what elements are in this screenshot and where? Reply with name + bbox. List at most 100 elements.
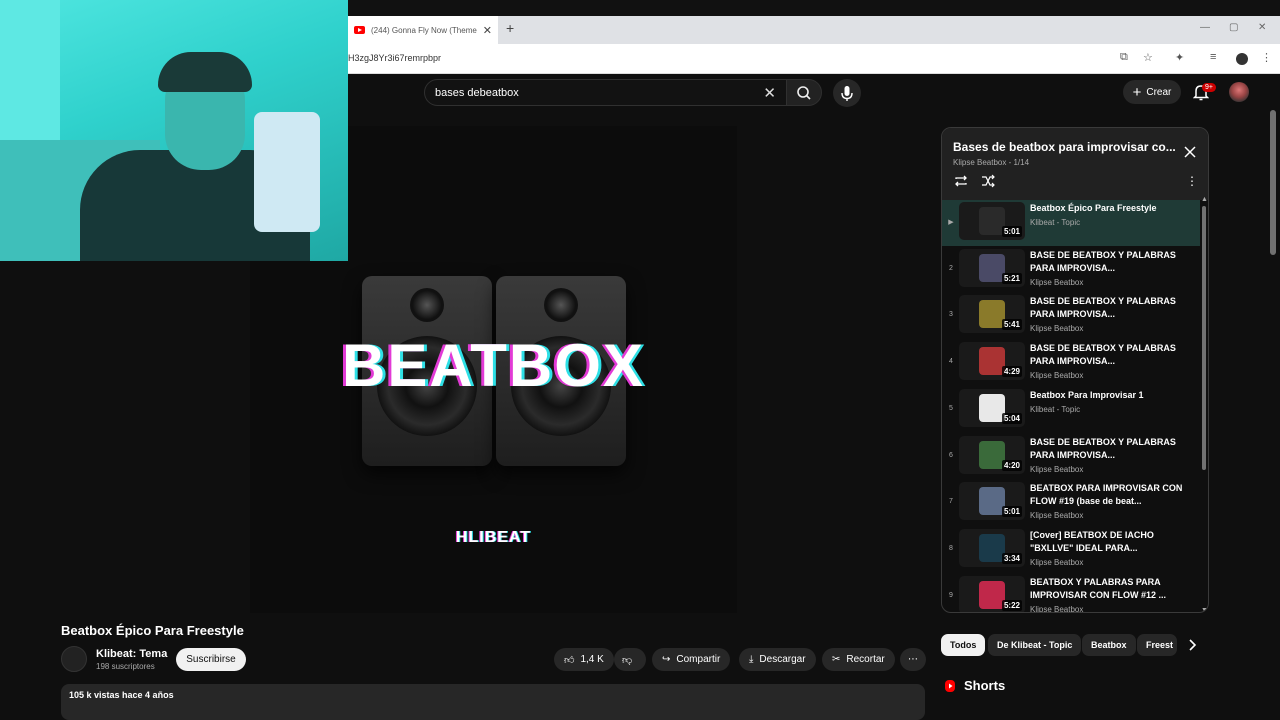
like-count: 1,4 K (580, 654, 604, 665)
download-icon: ⤓ (749, 654, 754, 665)
chip-beatbox[interactable]: Beatbox (1082, 634, 1136, 656)
search-icon (797, 86, 811, 100)
playlist-item[interactable]: ▶ 5:01 Beatbox Épico Para Freestyle Klibeat… (942, 200, 1200, 246)
search-button[interactable] (786, 79, 822, 106)
chevron-right-icon[interactable] (1186, 637, 1198, 653)
playlist-item-title: [Cover] BEATBOX DE IACHO "BXLLVE" IDEAL … (1030, 529, 1154, 553)
shorts-section-header[interactable]: Shorts (944, 678, 1005, 693)
playlist-item[interactable]: 5 5:04 Beatbox Para Improvisar 1 Klibeat - … (942, 387, 1200, 433)
playlist-item-title: Beatbox Épico Para Freestyle (1030, 203, 1157, 213)
video-thumbnail[interactable]: 5:21 (959, 248, 1025, 287)
clip-button[interactable]: ✂ Recortar (822, 648, 895, 671)
playlist-item-channel: Klipse Beatbox (1030, 324, 1084, 334)
install-icon[interactable]: ⧉ (1120, 51, 1128, 64)
playlist-item-index: ▶ (948, 219, 954, 226)
download-label: Descargar (759, 654, 806, 665)
youtube-favicon-icon (354, 26, 365, 34)
video-duration: 5:22 (1001, 599, 1022, 611)
playlist-item[interactable]: 9 5:22 BEATBOX Y PALABRAS PARA IMPROVISAR … (942, 574, 1200, 613)
playlist-title[interactable]: Bases de beatbox para improvisar co... (953, 140, 1175, 154)
playlist-item[interactable]: 7 5:01 BEATBOX PARA IMPROVISAR CON FLOW #1… (942, 480, 1200, 526)
playlist-item-channel: Klipse Beatbox (1030, 511, 1084, 521)
video-thumbnail[interactable]: 5:22 (959, 575, 1025, 612)
playlist-item-title: BEATBOX Y PALABRAS PARA IMPROVISAR CON F… (1030, 576, 1167, 600)
chip-klibeat-topic[interactable]: De Klibeat - Topic (988, 634, 1082, 656)
playlist-item-title: BASE DE BEATBOX Y PALABRAS PARA IMPROVIS… (1030, 296, 1176, 320)
tab-close-icon[interactable]: ✕ (483, 24, 492, 37)
video-thumbnail[interactable]: 5:01 (959, 482, 1025, 521)
tab-title: (244) Gonna Fly Now (Theme fr (371, 25, 479, 35)
more-actions-button[interactable]: ⋯ (900, 648, 926, 671)
subscriber-count: 198 suscriptores (96, 662, 155, 671)
user-avatar[interactable] (1229, 82, 1249, 102)
chip-freestyle[interactable]: Freest (1137, 634, 1177, 656)
video-duration: 5:21 (1001, 272, 1022, 284)
thumbs-down-icon: 👎︎ (622, 654, 633, 666)
video-duration: 5:04 (1001, 412, 1022, 424)
playlist-item-index: 8 (949, 544, 953, 552)
playlist-more-icon[interactable]: ⋮ (1186, 174, 1198, 188)
playlist-item-title: BEATBOX PARA IMPROVISAR CON FLOW #19 (ba… (1030, 483, 1183, 507)
chip-all[interactable]: Todos (941, 634, 986, 656)
browser-menu-icon[interactable]: ⋮ (1261, 51, 1272, 64)
new-tab-button[interactable]: + (506, 20, 514, 36)
url-field[interactable]: H3zgJ8Yr3i67remrpbpr (348, 53, 441, 63)
playlist-item[interactable]: 6 4:20 BASE DE BEATBOX Y PALABRAS PARA IMP… (942, 434, 1200, 480)
video-thumbnail[interactable]: 5:01 (959, 202, 1025, 240)
notification-count-badge: 9+ (1202, 83, 1216, 92)
search-query: bases debeatbox (435, 87, 519, 99)
thumbs-up-icon: 👍︎ (564, 654, 575, 666)
playlist-item[interactable]: 4 4:29 BASE DE BEATBOX Y PALABRAS PARA IMP… (942, 340, 1200, 386)
extensions-icon[interactable]: ✦ (1175, 51, 1184, 64)
window-close-icon[interactable]: ✕ (1258, 22, 1266, 33)
search-input[interactable]: bases debeatbox ✕ (424, 79, 787, 106)
playlist-scrollbar[interactable]: ▲ ▼ (1201, 196, 1208, 612)
minimize-icon[interactable]: — (1200, 22, 1210, 33)
video-title: Beatbox Épico Para Freestyle (61, 623, 244, 638)
like-button[interactable]: 👍︎ 1,4 K (554, 648, 614, 671)
video-thumbnail[interactable]: 4:20 (959, 435, 1025, 474)
scissors-icon: ✂ (832, 654, 841, 665)
views-and-date: 105 k vistas hace 4 años (69, 690, 174, 700)
plus-icon: + (1132, 83, 1142, 101)
share-button[interactable]: ↪ Compartir (652, 648, 731, 671)
bookmark-star-icon[interactable]: ☆ (1143, 51, 1153, 64)
create-label: Crear (1146, 86, 1172, 98)
playlist-item-channel: Klipse Beatbox (1030, 604, 1084, 613)
playlist-item-index: 7 (949, 498, 953, 506)
media-control-icon[interactable]: ≡ (1210, 51, 1216, 63)
playlist-item-index: 3 (949, 311, 953, 319)
browser-profile-icon[interactable] (1236, 53, 1248, 65)
video-duration: 4:29 (1001, 366, 1022, 378)
video-thumbnail[interactable]: 3:34 (959, 528, 1025, 567)
description-box[interactable]: 105 k vistas hace 4 años (61, 684, 925, 720)
maximize-icon[interactable]: ▢ (1229, 22, 1238, 33)
video-thumbnail[interactable]: 4:29 (959, 342, 1025, 381)
playlist-item-title: BASE DE BEATBOX Y PALABRAS PARA IMPROVIS… (1030, 436, 1176, 460)
subscribe-button[interactable]: Suscribirse (176, 648, 246, 671)
playlist-item-title: Beatbox Para Improvisar 1 (1030, 389, 1144, 400)
loop-icon[interactable] (953, 174, 969, 188)
download-button[interactable]: ⤓ Descargar (739, 648, 816, 671)
create-button[interactable]: + Crear (1123, 80, 1181, 104)
dislike-button[interactable]: 👎︎ (614, 648, 646, 671)
shuffle-icon[interactable] (980, 174, 996, 188)
playlist-item-channel: Klibeat - Topic (1030, 404, 1081, 414)
playlist-item-index: 6 (949, 451, 953, 459)
shorts-icon (945, 679, 955, 692)
playlist-item[interactable]: 3 5:41 BASE DE BEATBOX Y PALABRAS PARA IMP… (942, 293, 1200, 339)
playlist-item[interactable]: 8 3:34 [Cover] BEATBOX DE IACHO "BXLLVE" I… (942, 527, 1200, 573)
scroll-down-icon[interactable]: ▼ (1201, 607, 1208, 612)
clear-search-icon[interactable]: ✕ (763, 84, 776, 102)
close-playlist-icon[interactable] (1182, 144, 1198, 160)
channel-name[interactable]: Klibeat: Tema (96, 648, 167, 660)
scroll-up-icon[interactable]: ▲ (1201, 196, 1208, 203)
voice-search-button[interactable] (833, 79, 861, 107)
video-thumbnail[interactable]: 5:41 (959, 295, 1025, 334)
playlist-item[interactable]: 2 5:21 BASE DE BEATBOX Y PALABRAS PARA IMP… (942, 247, 1200, 293)
browser-tab-active[interactable]: (244) Gonna Fly Now (Theme fr ✕ (348, 16, 498, 44)
video-duration: 4:20 (1001, 459, 1022, 471)
page-scrollbar[interactable] (1270, 110, 1276, 255)
video-thumbnail[interactable]: 5:04 (959, 388, 1025, 427)
channel-avatar[interactable] (61, 646, 87, 672)
